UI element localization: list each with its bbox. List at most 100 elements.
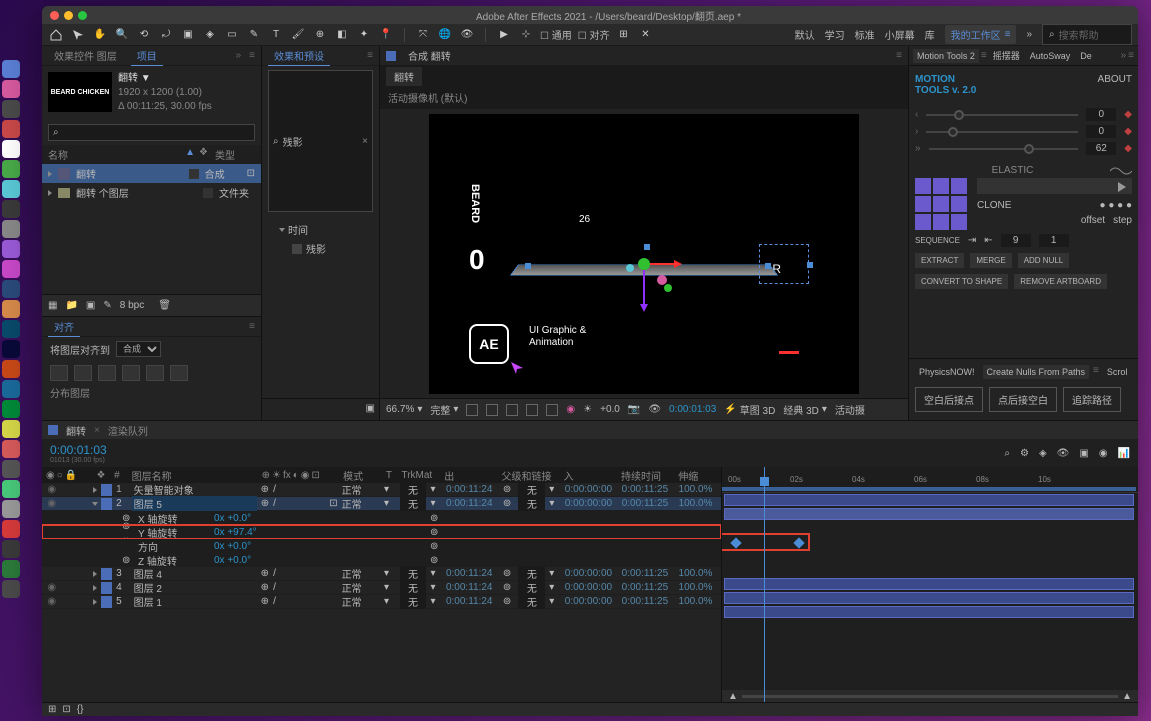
tab-create-nulls[interactable]: Create Nulls From Paths [983,365,1090,379]
panel-menu-icon[interactable]: ≡ [896,50,902,61]
expand-icon[interactable] [48,171,52,177]
active-camera-label[interactable]: 活动摄像机 (默认) [380,86,908,109]
toggle-transparency-icon[interactable] [466,404,478,416]
about-button[interactable]: ABOUT [1098,74,1132,96]
panel-overflow-icon[interactable]: » [1121,50,1127,61]
col-mode[interactable]: 模式 [343,468,382,483]
effects-search[interactable]: ⌕ 残影 × [268,70,373,212]
workspace-library[interactable]: 库 [925,27,935,42]
channel-icon[interactable]: ◉ [566,404,575,415]
dock-app-26[interactable] [2,560,20,578]
col-layer-name[interactable]: 图层名称 [132,468,258,483]
comp-name[interactable]: 翻转 ▼ [118,72,255,86]
tab-autosway[interactable]: AutoSway [1026,49,1075,63]
toggle-in-out-icon[interactable]: {} [77,704,84,715]
tab-scroll[interactable]: Scrol [1103,365,1132,379]
dock-app-5[interactable] [2,140,20,158]
switch-icon-4[interactable]: ◐ [293,470,299,481]
project-item-comp[interactable]: 翻转 合成 ⊡ [42,164,261,183]
align-bottom-button[interactable] [170,365,188,381]
project-search[interactable]: ⌕ [48,124,255,141]
window-maximize-button[interactable] [78,11,87,20]
dock-app-10[interactable] [2,240,20,258]
expand-icon[interactable] [48,190,52,196]
toggle-mask-icon[interactable] [486,404,498,416]
dock-app-12[interactable] [2,280,20,298]
timeline-tab-render[interactable]: 渲染队列 [108,423,148,438]
dock-app-11[interactable] [2,260,20,278]
hand-tool-icon[interactable]: ✋ [92,27,108,43]
add-null-button[interactable]: ADD NULL [1018,253,1070,268]
tab-de[interactable]: De [1076,49,1096,63]
align-hcenter-button[interactable] [74,365,92,381]
window-close-button[interactable] [50,11,59,20]
show-snapshot-icon[interactable]: 👁 [648,404,661,415]
anchor-tool-icon[interactable]: ⊹ [518,27,534,43]
pointer-icon[interactable]: ▶ [496,27,512,43]
toggle-grid-icon[interactable] [526,404,538,416]
dock-app-24[interactable] [2,520,20,538]
extract-button[interactable]: EXTRACT [915,253,964,268]
shy-icon[interactable]: ⊡ [247,168,255,179]
col-tag-icon[interactable]: ❖ [199,147,211,162]
pan-behind-tool-icon[interactable]: ◈ [202,27,218,43]
effects-category[interactable]: 时间 [270,220,371,239]
roto-tool-icon[interactable]: ✦ [356,27,372,43]
dock-app-21[interactable] [2,460,20,478]
tab-wiggler[interactable]: 摇摆器 [989,47,1024,64]
macos-dock[interactable] [2,60,24,598]
col-header-name[interactable]: 名称 [48,147,181,162]
snapshot-icon[interactable]: 📷 [628,404,640,415]
panel-overflow-icon[interactable]: » [236,50,242,61]
dock-app-6[interactable] [2,160,20,178]
dock-app-18[interactable] [2,400,20,418]
zoom-out-icon[interactable]: ▲ [728,691,738,702]
toggle-switches-icon[interactable]: ⊞ [48,704,56,715]
property-x-rotation[interactable]: ⊚ X 轴旋转 0x +0.0° ⊚ [42,511,721,525]
pen-tool-icon[interactable]: ✎ [246,27,262,43]
dock-app-1[interactable] [2,60,20,78]
clear-search-icon[interactable]: × [362,136,368,147]
seq-val-1[interactable]: 9 [1001,234,1031,247]
new-bin-icon[interactable]: ▣ [366,403,375,416]
camera-tool-icon[interactable]: ▣ [180,27,196,43]
align-left-button[interactable] [50,365,68,381]
toggle-roi-icon[interactable] [506,404,518,416]
timeline-tab-comp[interactable]: 翻转 [66,423,86,438]
zoom-select[interactable]: 66.7% ▾ [386,404,422,415]
anchor-grid[interactable] [915,178,967,230]
guides-icon[interactable]: ✕ [638,27,654,43]
dock-app-14[interactable] [2,320,20,338]
slider-3[interactable] [929,148,1079,150]
dock-app-4[interactable] [2,120,20,138]
seq-fwd-icon[interactable]: ⇥ [968,235,976,246]
layer-row-3[interactable]: 3 图层 4 ⊕/ 正常▾ 无▾ 0:00:11:24 ⊚无▾ 0:00:00:… [42,567,721,581]
convert-shape-button[interactable]: CONVERT TO SHAPE [915,274,1008,289]
draft-3d-icon[interactable]: ◈ [1039,448,1047,459]
brush-tool-icon[interactable]: 🖌 [290,27,306,43]
tab-effect-controls[interactable]: 效果控件 图层 [48,46,123,65]
switch-icon-6[interactable]: ⊡ [312,470,320,481]
selection-tool-icon[interactable] [70,27,86,43]
label-color[interactable] [203,188,213,198]
nulls-btn-2[interactable]: 点后接空白 [989,387,1057,412]
property-orientation[interactable]: 方向 0x +0.0° ⊚ [42,539,721,553]
timeline-zoom-slider[interactable] [742,695,1118,698]
panel-menu-icon[interactable]: ≡ [249,321,255,332]
tab-physicsnow[interactable]: PhysicsNOW! [915,365,979,379]
align-checkbox[interactable]: ☐ 对齐 [578,27,610,42]
clone-tool-icon[interactable]: ⊕ [312,27,328,43]
panel-menu-icon[interactable]: ≡ [249,50,255,61]
dock-app-7[interactable] [2,180,20,198]
av-toggle-icon[interactable]: ◉ [46,470,55,481]
search-layers-icon[interactable]: ⌕ [1004,448,1010,459]
orbit-tool-icon[interactable]: ⟲ [136,27,152,43]
toggle-guides-icon[interactable] [546,404,558,416]
slider-2-value[interactable]: 0 [1086,125,1116,138]
exposure-value[interactable]: +0.0 [600,404,620,415]
dock-app-8[interactable] [2,200,20,218]
zoom-tool-icon[interactable]: 🔍 [114,27,130,43]
adjust-icon[interactable]: ✎ [103,300,111,311]
layer-row-5[interactable]: ◉ 5 图层 1 ⊕/ 正常▾ 无▾ 0:00:11:24 ⊚无▾ 0:00:0… [42,595,721,609]
col-stretch[interactable]: 伸缩 [678,468,717,483]
